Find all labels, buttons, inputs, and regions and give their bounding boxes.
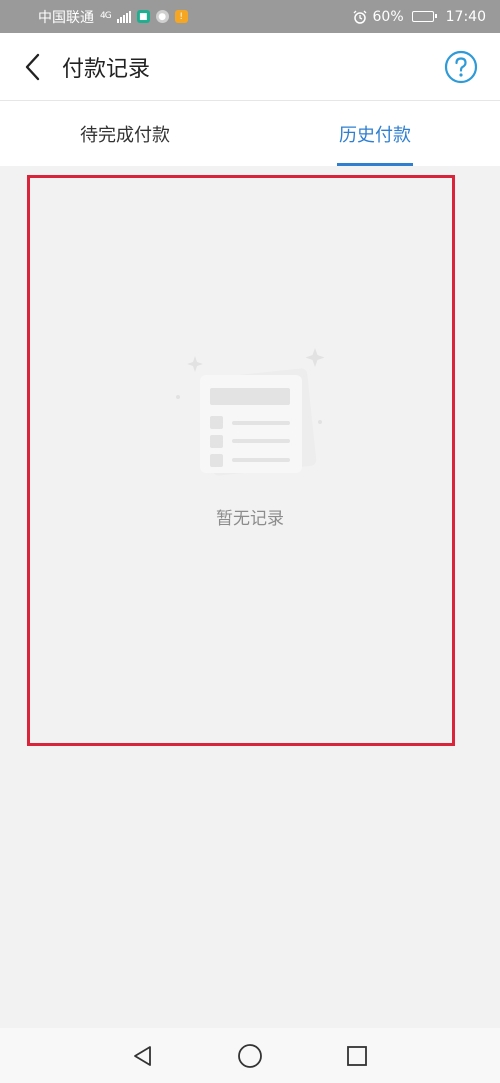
status-left: 中国联通 4G ■ ● ! — [38, 7, 188, 27]
status-right: 60% 17:40 — [353, 9, 486, 25]
alarm-icon — [353, 10, 366, 24]
back-button[interactable] — [8, 33, 58, 101]
tab-pending-payments[interactable]: 待完成付款 — [0, 101, 250, 166]
tab-label: 历史付款 — [339, 124, 411, 146]
status-bar: 中国联通 4G ■ ● ! 60% 17:40 — [0, 0, 500, 33]
battery-percent: 60% — [372, 8, 404, 25]
tab-label: 待完成付款 — [80, 124, 170, 146]
chevron-left-icon — [25, 53, 40, 80]
empty-records-icon — [176, 348, 325, 476]
clock-time: 17:40 — [445, 8, 486, 25]
nav-back-button[interactable] — [123, 1036, 163, 1076]
signal-icon — [116, 10, 131, 23]
recents-square-icon — [346, 1045, 367, 1066]
system-nav-bar — [0, 1028, 500, 1083]
home-circle-icon — [238, 1043, 262, 1068]
tab-bar: 待完成付款 历史付款 — [0, 101, 500, 166]
alert-notification-icon: ! — [174, 10, 188, 23]
help-icon[interactable] — [444, 50, 478, 84]
nav-home-button[interactable] — [230, 1036, 270, 1076]
app-notification-icon: ■ — [136, 10, 150, 23]
page-title: 付款记录 — [62, 56, 151, 82]
carrier-name: 中国联通 — [38, 9, 94, 26]
tab-history-payments[interactable]: 历史付款 — [250, 101, 500, 166]
nav-recents-button[interactable] — [337, 1036, 377, 1076]
battery-icon — [411, 11, 437, 22]
app-header: 付款记录 — [0, 33, 500, 101]
network-type: 4G — [100, 11, 112, 21]
back-triangle-icon — [134, 1045, 152, 1066]
empty-state-message: 暂无记录 — [216, 509, 284, 529]
sync-notification-icon: ● — [155, 10, 169, 23]
content-area: 暂无记录 — [0, 166, 500, 1028]
